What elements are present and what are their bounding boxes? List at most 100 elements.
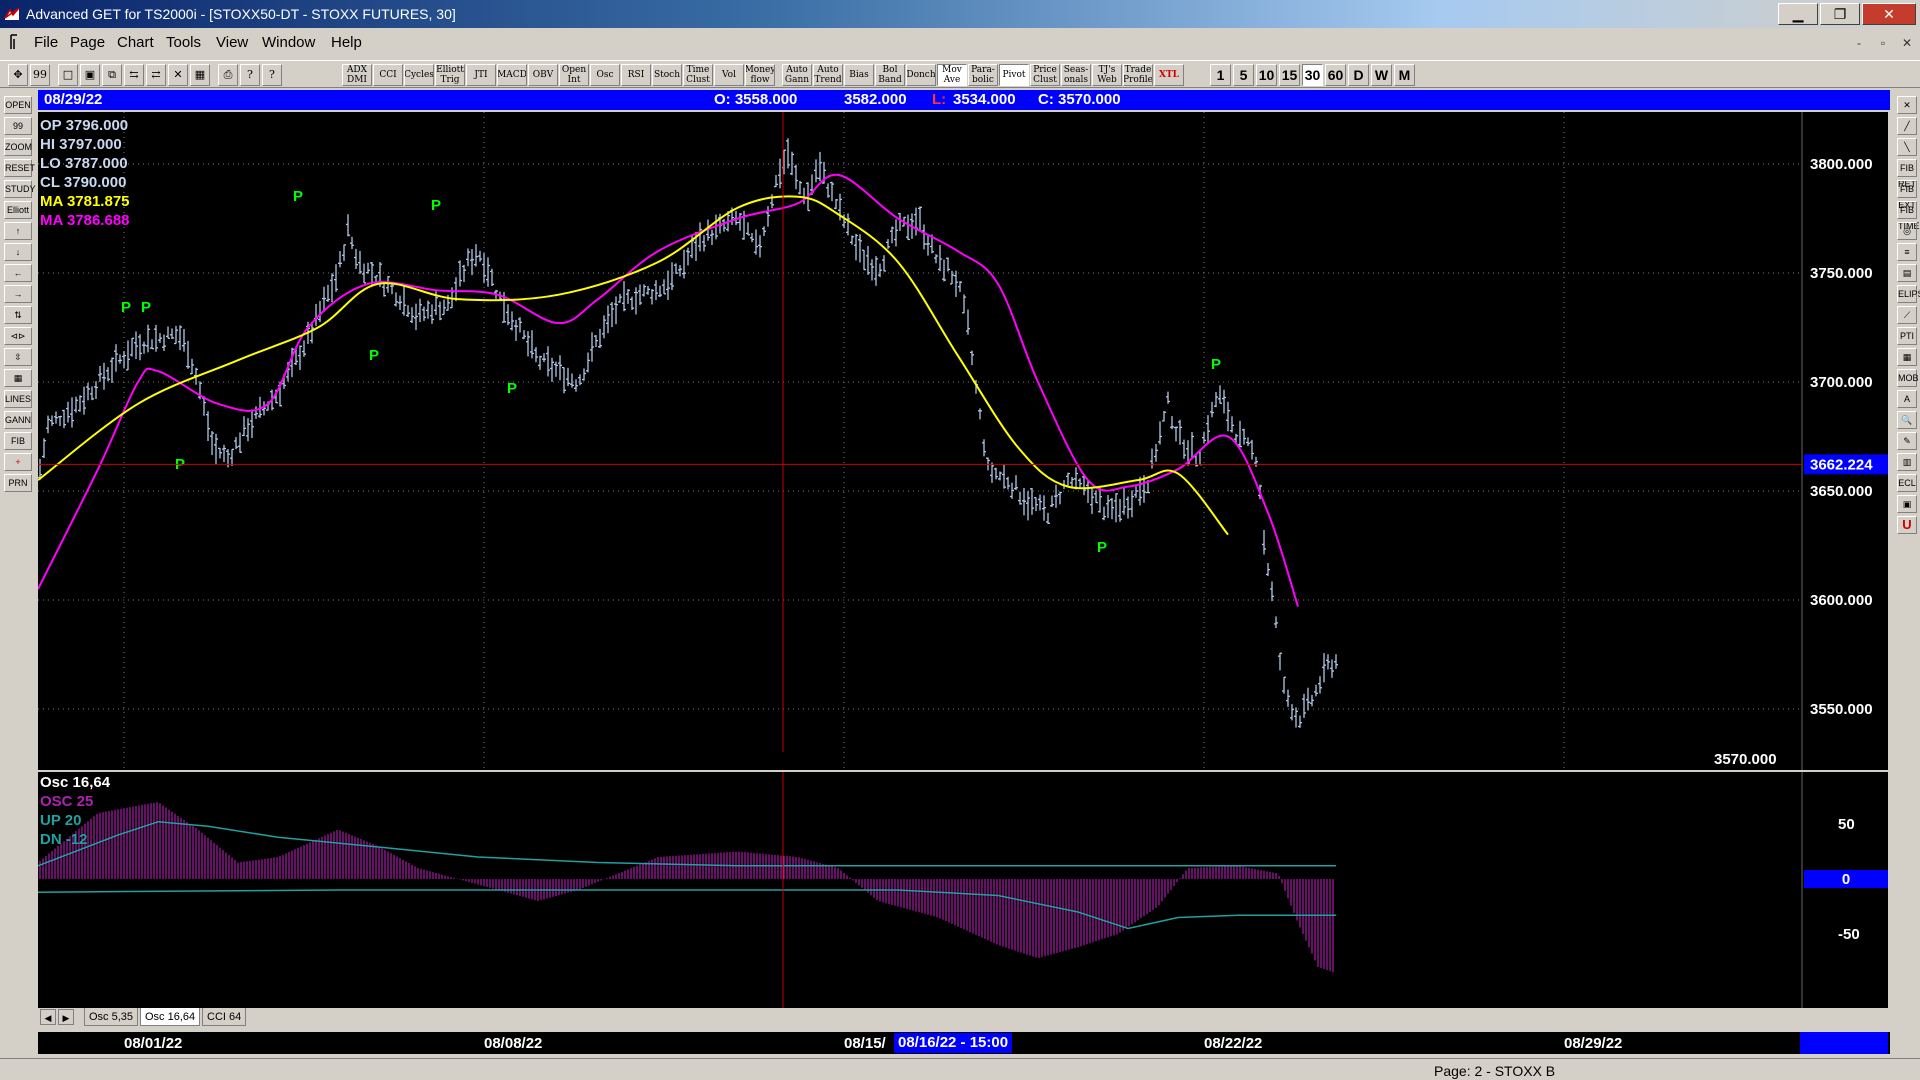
indicator-button-auto-trend[interactable]: Auto Trend: [813, 64, 843, 86]
indicator-button-osc[interactable]: Osc: [590, 64, 620, 86]
left-tool-10-icon[interactable]: ⇅: [4, 306, 32, 324]
menu-file[interactable]: File: [34, 34, 58, 51]
indicator-button-donch[interactable]: Donch: [906, 64, 936, 86]
new-page-icon[interactable]: □: [58, 64, 78, 86]
left-tool-5-icon[interactable]: Elliott: [4, 201, 32, 219]
right-tool-11-icon[interactable]: PTI: [1897, 327, 1917, 345]
restore-button[interactable]: ❐: [1820, 3, 1860, 25]
grid-icon[interactable]: ▦: [190, 64, 210, 86]
indicator-button-bias[interactable]: Bias: [844, 64, 874, 86]
mdi-minimize-button[interactable]: -: [1848, 34, 1870, 52]
menu-view[interactable]: View: [216, 34, 248, 51]
right-tool-10-icon[interactable]: ⟋: [1897, 306, 1917, 324]
print-icon[interactable]: ⎙: [218, 64, 238, 86]
right-tool-3-icon[interactable]: FIB RET: [1897, 159, 1917, 189]
tab-osc-5-35[interactable]: Osc 5,35: [84, 1008, 139, 1026]
oscillator-canvas[interactable]: 50 -50 0 Osc 16,64 OSC 25 UP 20 DN -12: [37, 772, 1888, 1008]
tab-scroll-left-icon[interactable]: ◀: [40, 1009, 56, 1025]
left-tool-17-icon[interactable]: +: [4, 453, 32, 471]
indicator-button-macd[interactable]: MACD: [497, 64, 527, 86]
context-help-icon[interactable]: ?: [262, 64, 282, 86]
right-tool-5-icon[interactable]: FIB TIME: [1897, 201, 1920, 231]
left-tool-7-icon[interactable]: ↓: [4, 243, 32, 261]
left-tool-8-icon[interactable]: ←: [4, 264, 32, 282]
price-chart-canvas[interactable]: P PPPPPPPP 3800.0003750.0003700.0003650.0…: [37, 112, 1888, 770]
indicator-button-elliott-trig[interactable]: Elliott Trig: [435, 64, 465, 86]
timeframe-button-m[interactable]: M: [1394, 64, 1415, 86]
left-tool-4-icon[interactable]: STUDY: [4, 180, 36, 198]
right-tool-15-icon[interactable]: 🔍: [1897, 411, 1917, 429]
menu-help[interactable]: Help: [331, 34, 362, 51]
title-bar[interactable]: Advanced GET for TS2000i - [STOXX50-DT -…: [0, 0, 1920, 28]
timeframe-button-5[interactable]: 5: [1233, 64, 1254, 86]
timeframe-button-d[interactable]: D: [1348, 64, 1369, 86]
menu-chart[interactable]: Chart: [117, 34, 154, 51]
timeframe-button-1[interactable]: 1: [1210, 64, 1231, 86]
save-icon[interactable]: ▣: [80, 64, 100, 86]
price-chart-panel[interactable]: PPPPPPPPP 3800.000 3750.000 3700.000 3650.0…: [37, 112, 1888, 770]
indicator-button-vol[interactable]: Vol: [714, 64, 744, 86]
indicator-button-jti[interactable]: JTI: [466, 64, 496, 86]
right-tool-4-icon[interactable]: FIB EXT: [1897, 180, 1917, 210]
left-tool-3-icon[interactable]: RESET: [4, 159, 35, 177]
right-tool-0-icon[interactable]: ✕: [1897, 96, 1917, 114]
indicator-button-tj-s-web[interactable]: TJ's Web: [1092, 64, 1122, 86]
close-button[interactable]: ✕: [1862, 3, 1916, 25]
indicator-button-adx-dmi[interactable]: ADX DMI: [342, 64, 372, 86]
indicator-button-cycles[interactable]: Cycles: [404, 64, 434, 86]
right-tool-14-icon[interactable]: A: [1897, 390, 1917, 408]
right-tool-17-icon[interactable]: ▥: [1897, 453, 1917, 471]
indicator-button-time-clust[interactable]: Time Clust: [683, 64, 713, 86]
indicator-button-pivot[interactable]: Pivot: [999, 64, 1029, 86]
menu-page[interactable]: Page: [70, 34, 105, 51]
left-tool-0-icon[interactable]: OPEN: [4, 96, 32, 114]
copy-icon[interactable]: ⧉: [102, 64, 122, 86]
indicator-button-cci[interactable]: CCI: [373, 64, 403, 86]
left-tool-12-icon[interactable]: ⇳: [4, 348, 32, 366]
timeframe-button-w[interactable]: W: [1371, 64, 1392, 86]
left-tool-18-icon[interactable]: PRN: [4, 474, 32, 492]
timeframe-button-15[interactable]: 15: [1279, 64, 1300, 86]
left-tool-13-icon[interactable]: ▦: [4, 369, 32, 387]
menu-tools[interactable]: Tools: [166, 34, 201, 51]
indicator-button-money-flow[interactable]: Money flow: [745, 64, 775, 86]
right-tool-2-icon[interactable]: ╲: [1897, 138, 1917, 156]
pointer-icon[interactable]: ✥: [8, 64, 28, 86]
left-tool-11-icon[interactable]: ⊲⊳: [4, 327, 32, 345]
indicator-button-rsi[interactable]: RSI: [621, 64, 651, 86]
minimize-button[interactable]: ▁: [1778, 3, 1818, 25]
delete-icon[interactable]: ✕: [168, 64, 188, 86]
oscillator-panel[interactable]: 50 -50 0 Osc 16,64 OSC 25 UP 20 DN -12: [37, 772, 1888, 1008]
link-icon[interactable]: ⇄: [146, 64, 166, 86]
right-tool-9-icon[interactable]: ELIPS: [1897, 285, 1920, 303]
indicator-button-seas-onals[interactable]: Seas-onals: [1061, 64, 1091, 86]
indicator-button-trade-profile[interactable]: Trade Profile: [1123, 64, 1153, 86]
tab-cci-64[interactable]: CCI 64: [202, 1008, 247, 1026]
indicator-button-price-clust[interactable]: Price Clust: [1030, 64, 1060, 86]
tab-scroll-right-icon[interactable]: ▶: [58, 1009, 74, 1025]
tab-osc-16-64[interactable]: Osc 16,64: [140, 1008, 201, 1026]
indicator-button-auto-gann[interactable]: Auto Gann: [782, 64, 812, 86]
left-tool-2-icon[interactable]: ZOOM: [4, 138, 32, 156]
left-tool-9-icon[interactable]: →: [4, 285, 32, 303]
indicator-button-xtl[interactable]: XTL: [1154, 64, 1184, 86]
indicator-button-para-bolic[interactable]: Para-bolic: [968, 64, 998, 86]
left-tool-1-icon[interactable]: 99: [4, 117, 32, 135]
right-tool-16-icon[interactable]: ✎: [1897, 432, 1917, 450]
indicator-button-obv[interactable]: OBV: [528, 64, 558, 86]
right-tool-8-icon[interactable]: ▤: [1897, 264, 1917, 282]
right-tool-18-icon[interactable]: ECL: [1897, 474, 1917, 492]
left-tool-6-icon[interactable]: ↑: [4, 222, 32, 240]
mdi-restore-button[interactable]: ▫: [1872, 34, 1894, 52]
indicator-button-open-int[interactable]: Open Int: [559, 64, 589, 86]
indicator-button-mov-ave[interactable]: Mov Ave: [937, 64, 967, 86]
timeframe-button-10[interactable]: 10: [1256, 64, 1277, 86]
right-tool-13-icon[interactable]: MOB: [1897, 369, 1919, 387]
help-icon[interactable]: ?: [240, 64, 260, 86]
right-tool-12-icon[interactable]: ▦: [1897, 348, 1917, 366]
indicator-button-bol-band[interactable]: Bol Band: [875, 64, 905, 86]
timeframe-button-30[interactable]: 30: [1302, 64, 1323, 86]
paste-icon[interactable]: ⇆: [124, 64, 144, 86]
timeframe-button-60[interactable]: 60: [1325, 64, 1346, 86]
right-tool-7-icon[interactable]: ≡: [1897, 243, 1917, 261]
